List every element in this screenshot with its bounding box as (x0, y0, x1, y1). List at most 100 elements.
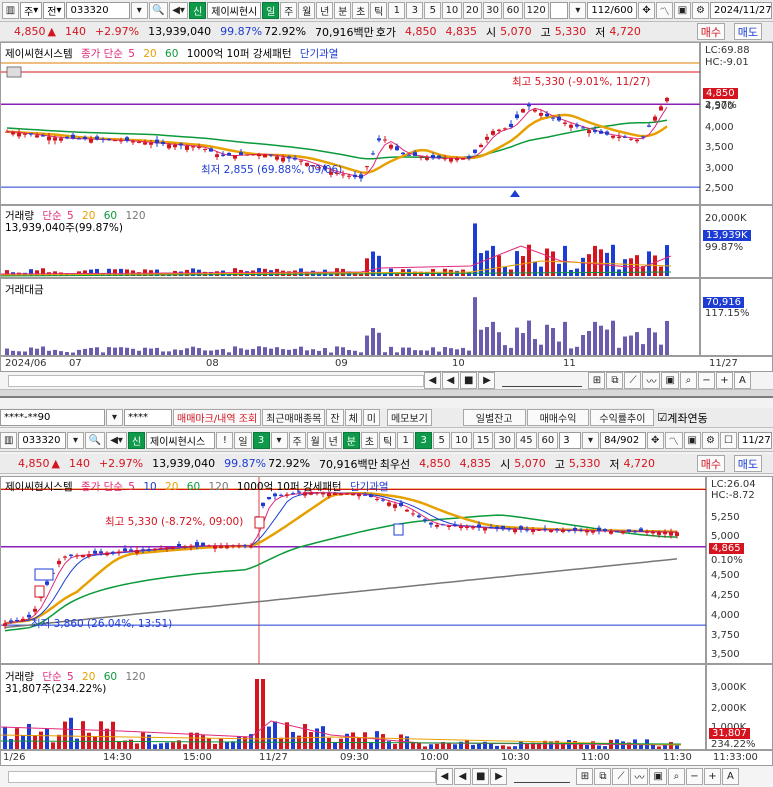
zoom-slider-2[interactable] (514, 771, 571, 783)
minus-icon[interactable]: − (697, 372, 715, 389)
period-week-button-2[interactable]: 주 (288, 432, 306, 449)
buy-button-2[interactable]: 매수 (696, 455, 725, 472)
plus-icon[interactable]: + (715, 372, 733, 389)
period-week-button[interactable]: 주 (280, 2, 298, 19)
settings-gear-icon[interactable]: ⚙ (691, 2, 709, 19)
day-count-dropdown-icon[interactable]: ▾ (270, 432, 288, 449)
scroll-next-icon-2[interactable]: ▶ (490, 768, 508, 785)
speaker-icon[interactable]: ◀▾ (168, 2, 189, 19)
num-30-button[interactable]: 30 (482, 2, 503, 19)
line-chart-icon[interactable]: 〽 (655, 2, 673, 19)
top-volume-panel[interactable]: 거래량 단순 5 20 60 120 13,939,040주(99.87%) (0, 205, 700, 278)
signal-button[interactable]: 신 (189, 2, 207, 19)
num-60-button[interactable]: 60 (503, 2, 523, 19)
num-3-button[interactable]: 3 (406, 2, 424, 19)
bottom-volume-panel[interactable]: 거래량 단순 5 20 60 120 31,807주(234.22%) (0, 664, 706, 750)
stock-code-input[interactable]: 033320 (66, 2, 130, 19)
stock-code-input-2[interactable]: 033320 (18, 432, 66, 449)
period-year-button-2[interactable]: 년 (324, 432, 342, 449)
sell-button[interactable]: 매도 (733, 23, 762, 40)
screenshot-icon[interactable]: ▣ (661, 372, 679, 389)
signal-button-2[interactable]: 신 (127, 432, 145, 449)
minute-10-button[interactable]: 10 (451, 432, 472, 449)
period-month-button[interactable]: 월 (298, 2, 316, 19)
layout-icon-2[interactable]: ⊞ (576, 768, 594, 785)
num-20-button[interactable]: 20 (462, 2, 482, 19)
period-minute-button-2[interactable]: 분 (342, 432, 360, 449)
period-year-button[interactable]: 년 (316, 2, 334, 19)
trade-mark-button[interactable]: 매매마크/내역 조회 (173, 409, 262, 426)
code-dropdown-icon[interactable]: ▾ (130, 2, 148, 19)
custom-interval-input[interactable] (549, 2, 569, 19)
compare-icon[interactable]: ⧉ (606, 372, 624, 389)
num-1-button[interactable]: 1 (388, 2, 406, 19)
zoom-icon-2[interactable]: ⌕ (667, 768, 685, 785)
screenshot-icon-2[interactable]: ▣ (649, 768, 667, 785)
interval-dropdown-icon[interactable]: ▾ (569, 2, 587, 19)
scroll-stop-icon-2[interactable]: ■ (472, 768, 490, 785)
executed-button[interactable]: 체 (344, 409, 362, 426)
market2-select[interactable]: 전 ▾ (43, 2, 66, 19)
zoom-icon[interactable]: ⌕ (679, 372, 697, 389)
date-checkbox[interactable]: ☐ (719, 432, 737, 449)
period-minute-button[interactable]: 분 (334, 2, 352, 19)
data-count-field-2[interactable]: 84/902 (600, 432, 646, 449)
alert-icon[interactable]: ! (216, 432, 234, 449)
speaker-icon-2[interactable]: ◀▾ (106, 432, 127, 449)
bottom-scrollbar-track[interactable] (8, 770, 436, 783)
period-month-button-2[interactable]: 월 (306, 432, 324, 449)
chart-type-icon-2[interactable]: ▥ (0, 432, 18, 449)
line-chart-icon-2[interactable]: 〽 (664, 432, 683, 449)
scroll-first-icon-2[interactable]: ◀ (436, 768, 453, 785)
password-input[interactable]: **** (124, 409, 172, 426)
period-day-button-2[interactable]: 일 (234, 432, 252, 449)
layout-icon[interactable]: ⊞ (588, 372, 606, 389)
market-select[interactable]: 주 ▾ (20, 2, 43, 19)
minute-3-button[interactable]: 3 (415, 432, 433, 449)
return-trend-button[interactable]: 수익률추이 (590, 409, 655, 426)
account-number-input[interactable]: ****-**90 (0, 409, 105, 426)
search-icon[interactable]: 🔍 (148, 2, 168, 19)
minus-icon-2[interactable]: − (685, 768, 703, 785)
bottom-price-panel[interactable]: 제이씨현시스템 종가 단순 5 10 20 60 120 1000억 10퍼 강… (0, 476, 707, 665)
auto-icon-2[interactable]: A (721, 768, 739, 785)
scroll-stop-icon[interactable]: ■ (460, 372, 478, 389)
compare-icon-2[interactable]: ⧉ (594, 768, 612, 785)
draw-line-icon[interactable]: ⟋ (624, 372, 642, 389)
day-count-field[interactable]: 3 (252, 432, 270, 449)
save-icon[interactable]: ▣ (673, 2, 691, 19)
account-link-checkbox[interactable]: ☑ 계좌연동 (657, 410, 707, 426)
daily-balance-button[interactable]: 일별잔고 (462, 409, 526, 426)
crosshair-icon[interactable]: ✥ (637, 2, 655, 19)
unfilled-button[interactable]: 미 (362, 409, 380, 426)
custom-minute-dropdown-icon[interactable]: ▾ (582, 432, 600, 449)
wave-icon[interactable]: 〰 (642, 372, 661, 389)
save-icon-2[interactable]: ▣ (683, 432, 701, 449)
date-input[interactable]: 2024/11/27 (709, 2, 772, 19)
window-divider[interactable] (0, 390, 773, 398)
crosshair-icon-2[interactable]: ✥ (646, 432, 664, 449)
num-10-button[interactable]: 10 (442, 2, 462, 19)
settings-gear-icon-2[interactable]: ⚙ (701, 432, 719, 449)
data-count-field[interactable]: 112/600 (587, 2, 637, 19)
minute-60-button[interactable]: 60 (537, 432, 559, 449)
scroll-prev-icon[interactable]: ◀ (442, 372, 459, 389)
account-dropdown-icon[interactable]: ▾ (106, 409, 123, 426)
num-120-button[interactable]: 120 (523, 2, 549, 19)
trade-profit-button[interactable]: 매매수익 (526, 409, 590, 426)
top-price-panel[interactable]: 제이씨현시스템 종가 단순 5 20 60 1000억 10퍼 강세패턴 단기과… (0, 42, 701, 205)
period-tick-button-2[interactable]: 틱 (379, 432, 397, 449)
memo-button[interactable]: 메모보기 (386, 409, 432, 426)
chart-type-icon[interactable]: ▥ (2, 2, 19, 19)
buy-button[interactable]: 매수 (696, 23, 725, 40)
num-5-button[interactable]: 5 (424, 2, 442, 19)
scroll-next-icon[interactable]: ▶ (478, 372, 496, 389)
zoom-slider[interactable] (502, 375, 583, 387)
search-icon-2[interactable]: 🔍 (84, 432, 106, 449)
scroll-prev-icon-2[interactable]: ◀ (454, 768, 471, 785)
top-scrollbar-track[interactable] (8, 374, 424, 387)
period-second-button-2[interactable]: 초 (360, 432, 379, 449)
sell-button-2[interactable]: 매도 (733, 455, 762, 472)
minute-5-button[interactable]: 5 (433, 432, 451, 449)
minute-45-button[interactable]: 45 (515, 432, 537, 449)
